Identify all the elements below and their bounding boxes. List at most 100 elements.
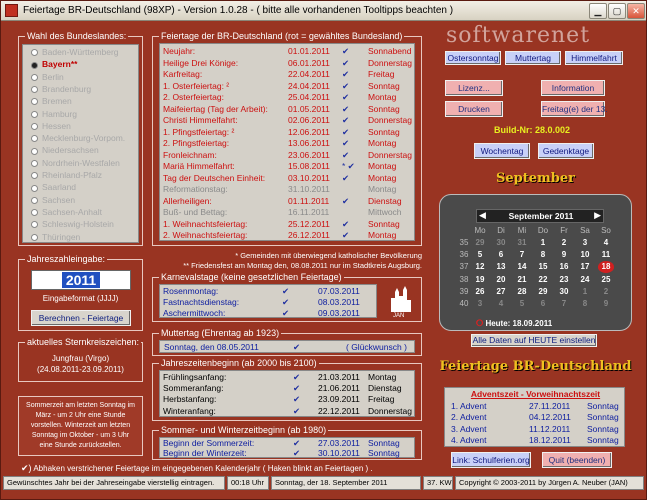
radio-button[interactable] — [31, 209, 38, 217]
radio-button[interactable] — [31, 123, 38, 131]
calendar-day[interactable]: 7 — [556, 298, 572, 310]
calendar-day[interactable]: 4 — [493, 298, 509, 310]
state-item[interactable]: Saarland — [31, 182, 76, 192]
calendar-day[interactable]: 24 — [577, 274, 593, 286]
calendar-day[interactable]: 17 — [577, 261, 593, 273]
state-item[interactable]: Nordrhein-Westfalen — [31, 158, 120, 168]
holiday-row: Heilige Drei Könige: 06.01.2011 ✔ Donnersta… — [160, 58, 416, 68]
state-item[interactable]: Baden-Württemberg — [31, 47, 119, 57]
mothersday-greeting[interactable]: ( Glückwunsch ) — [346, 342, 407, 352]
maximize-button[interactable]: ▢ — [608, 3, 626, 19]
calendar-day[interactable]: 7 — [514, 249, 530, 261]
state-item[interactable]: Hessen — [31, 121, 71, 131]
calendar-day[interactable]: 6 — [535, 298, 551, 310]
calendar-day[interactable]: 10 — [577, 249, 593, 261]
calendar-day[interactable]: 8 — [535, 249, 551, 261]
radio-button[interactable] — [31, 73, 38, 81]
state-item[interactable]: Schleswig-Holstein — [31, 219, 114, 229]
calendar-day[interactable]: 9 — [556, 249, 572, 261]
memorial-button[interactable]: Gedenktage — [538, 143, 594, 159]
state-item[interactable]: Mecklenburg-Vorpom. — [31, 133, 125, 143]
calendar-day[interactable]: 3 — [577, 237, 593, 249]
calendar-day[interactable]: 19 — [472, 274, 488, 286]
calendar-day[interactable]: 9 — [598, 298, 614, 310]
friday13-button[interactable]: Freitag(e) der 13. — [541, 101, 608, 117]
calendar-day[interactable]: 29 — [472, 237, 488, 249]
radio-button[interactable] — [31, 233, 38, 241]
compute-button[interactable]: Berechnen - Feiertage — [31, 310, 131, 326]
calendar-day[interactable]: 30 — [493, 237, 509, 249]
past-holidays-checkbox[interactable]: ✔) Abhaken verstrichener Feiertage im ei… — [21, 463, 373, 474]
calendar-day[interactable]: 6 — [493, 249, 509, 261]
weekday-button[interactable]: Wochentag — [474, 143, 530, 159]
holidays-link-button[interactable]: Link: Schulferien.org — [451, 452, 531, 468]
calendar-grid[interactable]: Mo Di Mi Do Fr Sa So 35 36 37 38 39 40 29 30 31 1 2 3 4 5 6 7 8… — [456, 225, 628, 315]
calendar-day[interactable]: 3 — [472, 298, 488, 310]
easter-button[interactable]: Ostersonntag — [445, 51, 501, 65]
dst-table: Beginn der Sommerzeit: ✔ 27.03.2011 Sonntag… — [159, 437, 415, 458]
today-label[interactable]: ⭘ Heute: 18.09.2011 — [476, 318, 552, 329]
radio-button[interactable] — [31, 135, 38, 143]
radio-button[interactable] — [31, 196, 38, 204]
state-item[interactable]: Bayern** — [31, 59, 77, 69]
calendar-day[interactable]: 12 — [472, 261, 488, 273]
calendar-day[interactable]: 23 — [556, 274, 572, 286]
print-button[interactable]: Drucken — [445, 101, 503, 117]
radio-button[interactable] — [31, 61, 38, 69]
radio-button[interactable] — [31, 147, 38, 155]
year-input[interactable]: 2011 — [62, 272, 100, 288]
radio-button[interactable] — [31, 184, 38, 192]
calendar-day[interactable]: 1 — [577, 286, 593, 298]
year-input-box[interactable]: 2011 — [31, 270, 131, 290]
calendar-day[interactable]: 16 — [556, 261, 572, 273]
calendar-day[interactable]: 29 — [535, 286, 551, 298]
calendar-day[interactable]: 18 — [598, 261, 614, 273]
state-item[interactable]: Bremen — [31, 96, 72, 106]
state-item[interactable]: Berlin — [31, 72, 64, 82]
calendar-day[interactable]: 1 — [535, 237, 551, 249]
calendar-day[interactable]: 8 — [577, 298, 593, 310]
radio-button[interactable] — [31, 98, 38, 106]
holiday-row: 1. Osterfeiertag: ² 24.04.2011 ✔ Sonntag — [160, 81, 416, 91]
calendar-day[interactable]: 31 — [514, 237, 530, 249]
radio-button[interactable] — [31, 172, 38, 180]
state-item[interactable]: Sachsen — [31, 195, 75, 205]
calendar-day[interactable]: 14 — [514, 261, 530, 273]
next-month-icon[interactable]: ▶ — [594, 210, 601, 221]
state-item[interactable]: Hamburg — [31, 109, 77, 119]
calendar-day[interactable]: 5 — [514, 298, 530, 310]
calendar-day[interactable]: 21 — [514, 274, 530, 286]
calendar-day[interactable]: 4 — [598, 237, 614, 249]
calendar-day[interactable]: 22 — [535, 274, 551, 286]
radio-button[interactable] — [31, 110, 38, 118]
quit-button[interactable]: Quit (beenden) — [542, 452, 612, 468]
calendar-day[interactable]: 5 — [472, 249, 488, 261]
ascension-button[interactable]: Himmelfahrt — [565, 51, 623, 65]
state-item[interactable]: Sachsen-Anhalt — [31, 207, 102, 217]
radio-button[interactable] — [31, 159, 38, 167]
radio-button[interactable] — [31, 221, 38, 229]
set-today-button[interactable]: Alle Daten auf HEUTE einstellen — [471, 334, 597, 347]
minimize-button[interactable]: ▁ — [589, 3, 607, 19]
calendar-day[interactable]: 11 — [598, 249, 614, 261]
mothersday-button[interactable]: Muttertag — [505, 51, 561, 65]
state-item[interactable]: Thüringen — [31, 232, 80, 242]
calendar-day[interactable]: 2 — [556, 237, 572, 249]
calendar-day[interactable]: 27 — [493, 286, 509, 298]
information-button[interactable]: Information — [541, 80, 605, 96]
radio-button[interactable] — [31, 49, 38, 57]
calendar-day[interactable]: 26 — [472, 286, 488, 298]
calendar-day[interactable]: 13 — [493, 261, 509, 273]
license-button[interactable]: Lizenz... — [445, 80, 503, 96]
state-item[interactable]: Niedersachsen — [31, 145, 99, 155]
radio-button[interactable] — [31, 86, 38, 94]
calendar-day[interactable]: 2 — [598, 286, 614, 298]
state-item[interactable]: Brandenburg — [31, 84, 91, 94]
calendar-day[interactable]: 30 — [556, 286, 572, 298]
calendar-day[interactable]: 15 — [535, 261, 551, 273]
calendar-day[interactable]: 28 — [514, 286, 530, 298]
calendar-day[interactable]: 20 — [493, 274, 509, 286]
close-button[interactable]: ✕ — [627, 3, 645, 19]
state-item[interactable]: Rheinland-Pfalz — [31, 170, 102, 180]
calendar-day[interactable]: 25 — [598, 274, 614, 286]
